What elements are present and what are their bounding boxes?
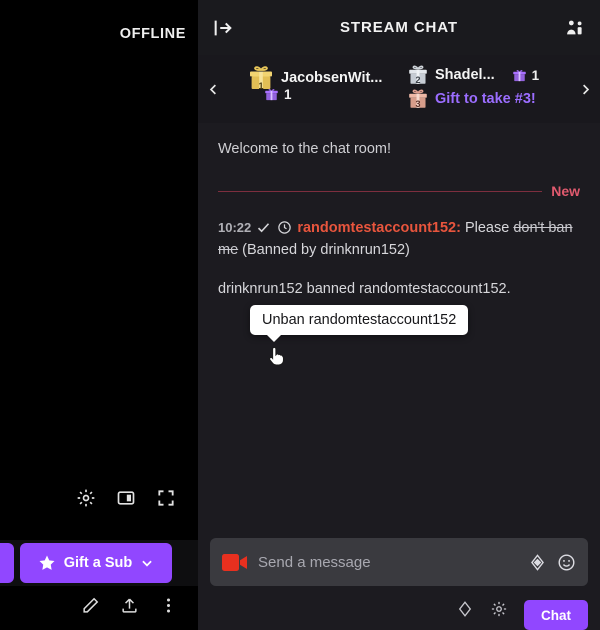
gift-box-silver-icon: 2: [406, 63, 430, 87]
chat-message-input[interactable]: [258, 553, 518, 571]
welcome-message: Welcome to the chat room!: [218, 141, 392, 157]
chevron-down-icon: [140, 556, 154, 570]
theater-icon[interactable]: [116, 488, 136, 508]
timeout-clock-icon[interactable]: [277, 220, 292, 235]
gift-entry-1-count: 1: [264, 87, 292, 102]
gift-rank-badge: 2: [415, 75, 421, 85]
star-icon: [38, 554, 56, 572]
message-ban-note: (Banned by drinknrun152): [238, 242, 410, 259]
system-message: drinknrun152 banned randomtestaccount152…: [218, 280, 511, 297]
chat-header: STREAM CHAT: [198, 0, 600, 55]
bits-diamond-icon[interactable]: [528, 553, 547, 572]
gift-count: 1: [284, 87, 292, 102]
emote-smiley-icon[interactable]: [557, 553, 576, 572]
new-messages-divider: New: [218, 183, 580, 199]
gift-rank-badge: 3: [415, 99, 421, 109]
kebab-icon[interactable]: [159, 596, 178, 615]
gift-entry-2[interactable]: 2 Shadel... 1: [406, 63, 539, 87]
gift-small-purple-icon: [264, 87, 279, 102]
fullscreen-icon[interactable]: [156, 488, 176, 508]
stream-page: OFFLINE Gift a Sub STREAM CHAT 1 Jacobse…: [0, 0, 600, 630]
gift-a-sub-button[interactable]: Gift a Sub: [20, 543, 172, 583]
chat-input-container: [198, 528, 600, 586]
gift-box-bronze-icon: 3: [406, 87, 430, 111]
carousel-prev-arrow[interactable]: [198, 55, 228, 123]
gift-small-purple-icon: [512, 68, 527, 83]
gift-a-sub-label: Gift a Sub: [63, 555, 133, 571]
carousel-next-arrow[interactable]: [570, 55, 600, 123]
upload-icon[interactable]: [120, 596, 139, 615]
divider-label: New: [551, 183, 580, 199]
gift-entry-3[interactable]: 3 Gift to take #3!: [406, 87, 536, 111]
collapse-chat-icon[interactable]: [212, 17, 234, 39]
stream-chat-panel: STREAM CHAT 1 JacobsenWit... 1 2 Shadel.…: [198, 0, 600, 630]
pencil-icon[interactable]: [81, 596, 100, 615]
chat-input-bar[interactable]: [210, 538, 588, 586]
video-player-panel[interactable]: OFFLINE Gift a Sub: [0, 0, 198, 630]
gift-username: Shadel...: [435, 67, 495, 83]
unban-tooltip: Unban randomtestaccount152: [250, 305, 469, 342]
gear-icon[interactable]: [76, 488, 96, 508]
chat-title: STREAM CHAT: [340, 19, 458, 36]
chat-message[interactable]: 10:22 randomtestaccount152: Please don't…: [218, 217, 580, 262]
video-camera-icon[interactable]: [222, 553, 248, 572]
gift-username: JacobsenWit...: [281, 70, 383, 86]
message-timestamp: 10:22: [218, 220, 252, 235]
chat-footer: Chat: [198, 586, 600, 630]
gift-carousel: 1 JacobsenWit... 1 2 Shadel... 1 3 Gift …: [198, 55, 600, 123]
bits-icon[interactable]: [456, 600, 474, 618]
chat-message-list[interactable]: Welcome to the chat room! New Unban rand…: [198, 123, 600, 528]
settings-gear-icon[interactable]: [490, 600, 508, 618]
carousel-content: 1 JacobsenWit... 1 2 Shadel... 1 3 Gift …: [228, 55, 570, 123]
message-text-before: Please: [460, 220, 514, 236]
player-controls-bar: [0, 488, 198, 508]
chat-send-button[interactable]: Chat: [524, 600, 588, 630]
offline-status-label: OFFLINE: [119, 26, 186, 42]
message-username[interactable]: randomtestaccount152: [297, 220, 456, 236]
unban-check-icon[interactable]: [256, 220, 271, 235]
subscribe-button-partial[interactable]: [0, 543, 14, 583]
community-icon[interactable]: [564, 17, 586, 39]
mouse-cursor-pointer-icon: [266, 345, 286, 369]
gift-count: 1: [531, 67, 540, 83]
divider-line: [218, 190, 543, 192]
gift-promo-label: Gift to take #3!: [435, 91, 536, 107]
video-bottom-tools: [0, 596, 198, 615]
